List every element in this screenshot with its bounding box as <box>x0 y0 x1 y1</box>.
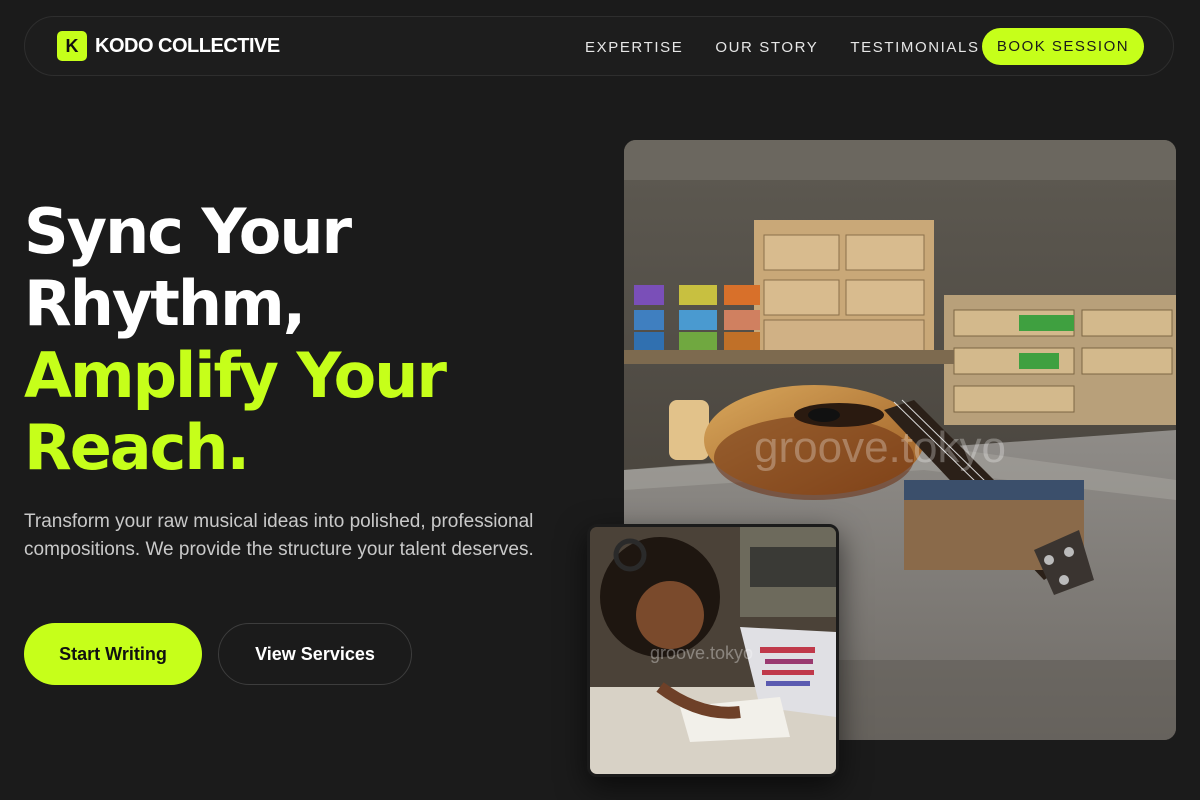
start-writing-button[interactable]: Start Writing <box>24 623 202 685</box>
watermark-text: groove.tokyo <box>650 643 753 663</box>
nav-link-testimonials[interactable]: TESTIMONIALS <box>850 39 979 56</box>
watermark-text: groove.tokyo <box>754 423 1006 472</box>
logo-mark-icon: K <box>57 31 87 61</box>
view-services-button[interactable]: View Services <box>218 623 412 685</box>
brand-name: KODO COLLECTIVE <box>95 34 280 57</box>
navbar: K KODO COLLECTIVE EXPERTISE OUR STORY TE… <box>24 16 1174 76</box>
musician-laptop-photo: groove.tokyo <box>587 524 839 777</box>
hero-title-accent-line: Reach. <box>24 411 250 484</box>
nav-link-expertise[interactable]: EXPERTISE <box>585 39 683 56</box>
hero-title-line: Sync Your <box>24 195 352 268</box>
hero-title-accent-line: Amplify Your <box>24 339 447 412</box>
nav-link-our-story[interactable]: OUR STORY <box>715 39 818 56</box>
hero-title-line: Rhythm, <box>24 267 306 340</box>
hero-title: Sync Your Rhythm, Amplify Your Reach. <box>24 195 447 484</box>
nav-links: EXPERTISE OUR STORY TESTIMONIALS <box>585 17 1012 77</box>
brand-logo[interactable]: K KODO COLLECTIVE <box>57 31 280 61</box>
hero-subtitle: Transform your raw musical ideas into po… <box>24 511 534 560</box>
book-session-button[interactable]: BOOK SESSION <box>982 28 1144 65</box>
